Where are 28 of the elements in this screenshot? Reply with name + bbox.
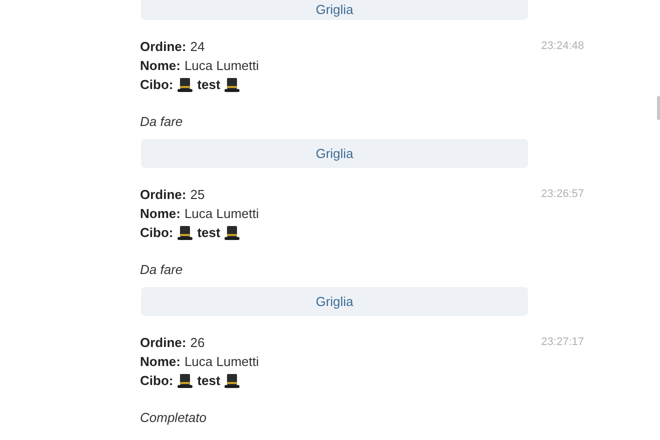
top-hat-icon	[177, 372, 194, 388]
top-hat-icon	[224, 224, 240, 240]
field-value: test	[197, 372, 220, 390]
status-text: Da fare	[140, 113, 184, 131]
keyboard-button[interactable]: Griglia	[141, 287, 528, 316]
field-value: test	[197, 76, 220, 94]
top-hat-icon	[177, 224, 194, 240]
message-time: 23:26:57	[541, 187, 585, 202]
keyboard-button[interactable]: Griglia	[141, 0, 528, 20]
message-time: 23:24:48	[541, 39, 585, 54]
message-line: Nome: Luca Lumetti	[140, 353, 259, 371]
field-label: Cibo:	[140, 76, 174, 94]
message-line: Nome: Luca Lumetti	[140, 205, 259, 223]
field-label: Cibo:	[140, 372, 174, 390]
scrollbar[interactable]	[657, 96, 660, 120]
message-line: Ordine: 26	[140, 334, 206, 352]
field-value: test	[197, 224, 220, 242]
top-hat-icon	[177, 76, 194, 92]
message-time: 23:27:17	[541, 335, 585, 350]
message-line: Ordine: 24	[140, 38, 206, 56]
top-hat-icon	[224, 76, 240, 92]
keyboard-button[interactable]: Griglia	[141, 139, 528, 168]
message-line: Ordine: 25	[140, 186, 206, 204]
message-line: Nome: Luca Lumetti	[140, 57, 259, 75]
top-hat-icon	[224, 372, 240, 388]
status-text: Completato	[140, 409, 208, 427]
status-text: Da fare	[140, 261, 184, 279]
field-label: Cibo:	[140, 224, 174, 242]
